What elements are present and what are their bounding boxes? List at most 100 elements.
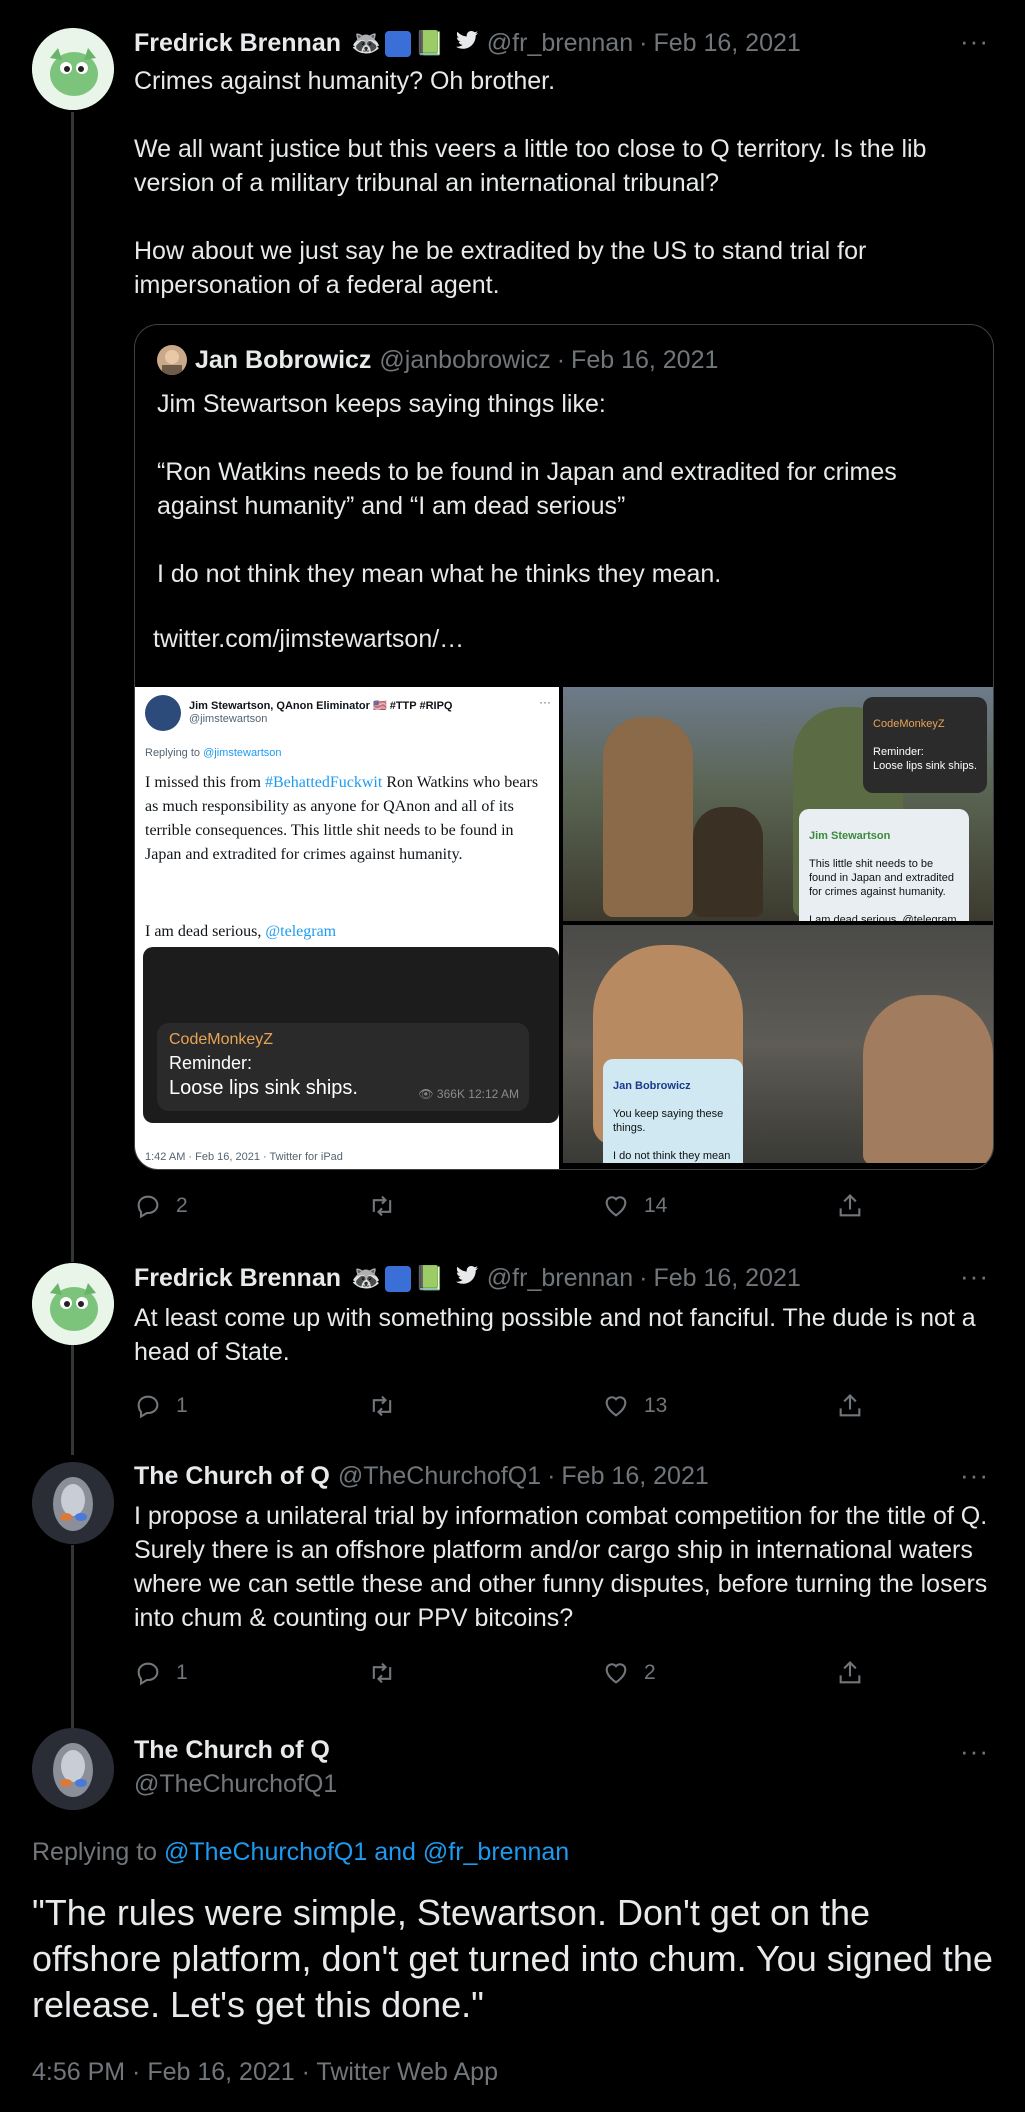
screenshot-text-2: I am dead serious, @telegram bbox=[145, 923, 337, 940]
like-button[interactable]: 14 bbox=[602, 1192, 692, 1220]
telegram-line-2: Loose lips sink ships. bbox=[169, 1077, 358, 1099]
tweet-actions: 1 13 bbox=[134, 1392, 864, 1420]
share-icon bbox=[839, 1394, 861, 1417]
main-author-name[interactable]: The Church of Q bbox=[134, 1736, 330, 1765]
tweet-actions: 2 14 bbox=[134, 1192, 864, 1220]
quoted-tweet[interactable]: Jan Bobrowicz @janbobrowicz · Feb 16, 20… bbox=[134, 324, 994, 1170]
screenshot-author-handle: @jimstewartson bbox=[189, 713, 268, 725]
green-book-emoji-icon: 📗 bbox=[414, 1265, 445, 1292]
meme-sticker-top: CodeMonkeyZ Reminder: Loose lips sink sh… bbox=[863, 697, 987, 793]
tweet-header: Fredrick Brennan 🦝 📗 @fr_brennan · Feb 1… bbox=[134, 28, 993, 59]
raccoon-emoji-icon: 🦝 bbox=[351, 1265, 381, 1292]
separator-dot: · bbox=[547, 1462, 556, 1490]
screenshot-text: I missed this from #BehattedFuckwit Ron … bbox=[145, 774, 539, 863]
avatar-jan-bobrowicz[interactable] bbox=[157, 345, 187, 375]
like-count: 13 bbox=[644, 1394, 668, 1417]
more-options-icon[interactable]: ··· bbox=[960, 1261, 989, 1292]
symbols-emoji-icon bbox=[384, 1265, 411, 1292]
reply-count: 2 bbox=[176, 1194, 188, 1217]
tweet-date[interactable]: Feb 16, 2021 bbox=[653, 29, 800, 58]
thread-line bbox=[71, 112, 74, 1262]
screenshot-replying: Replying to @jimstewartson bbox=[145, 747, 282, 759]
like-button[interactable]: 13 bbox=[602, 1392, 692, 1420]
author-name[interactable]: Fredrick Brennan bbox=[134, 29, 341, 58]
retweet-button[interactable] bbox=[368, 1392, 458, 1420]
thread-line bbox=[71, 1545, 74, 1730]
raccoon-emoji-icon: 🦝 bbox=[351, 30, 381, 57]
avatar-church-of-q[interactable] bbox=[32, 1462, 114, 1544]
quoted-author-handle: @janbobrowicz bbox=[379, 345, 551, 374]
retweet-button[interactable] bbox=[368, 1192, 458, 1220]
retweet-icon bbox=[372, 1662, 392, 1684]
more-options-icon[interactable]: ··· bbox=[960, 1460, 989, 1491]
meme-frame-bottom[interactable]: Jan Bobrowicz You keep saying these thin… bbox=[563, 925, 993, 1163]
like-count: 2 bbox=[644, 1661, 656, 1684]
share-button[interactable] bbox=[836, 1192, 864, 1220]
separator-dot: · bbox=[639, 1264, 648, 1292]
thread-line bbox=[71, 1345, 74, 1455]
meme-sticker-middle: Jim Stewartson This little shit needs to… bbox=[799, 809, 969, 921]
tweet-text: I propose a unilateral trial by informat… bbox=[134, 1502, 988, 1632]
telegram-message-image: CodeMonkeyZ Reminder: Loose lips sink sh… bbox=[143, 947, 559, 1123]
author-handle[interactable]: @fr_brennan bbox=[487, 1264, 633, 1293]
author-handle[interactable]: @fr_brennan bbox=[487, 29, 633, 58]
reply-button[interactable]: 1 bbox=[134, 1392, 224, 1420]
avatar-fredrick-brennan[interactable] bbox=[32, 1263, 114, 1345]
retweet-icon bbox=[372, 1195, 392, 1217]
share-button[interactable] bbox=[836, 1659, 864, 1687]
screenshot-footer: 1:42 AM · Feb 16, 2021 · Twitter for iPa… bbox=[145, 1151, 343, 1163]
author-handle[interactable]: @TheChurchofQ1 bbox=[338, 1462, 541, 1491]
bird-icon bbox=[455, 1263, 479, 1294]
green-book-emoji-icon: 📗 bbox=[414, 30, 445, 57]
meme-sticker-bottom: Jan Bobrowicz You keep saying these thin… bbox=[603, 1059, 743, 1163]
telegram-meta: 👁 366K 12:12 AM bbox=[418, 1087, 519, 1101]
telegram-sender: CodeMonkeyZ bbox=[169, 1031, 274, 1048]
avatar-fredrick-brennan[interactable] bbox=[32, 28, 114, 110]
symbols-emoji-icon bbox=[384, 30, 411, 57]
telegram-line-1: Reminder: bbox=[169, 1053, 253, 1073]
separator-dot: · bbox=[556, 345, 566, 374]
replying-to-links[interactable]: @TheChurchofQ1 and @fr_brennan bbox=[164, 1838, 569, 1866]
retweet-button[interactable] bbox=[368, 1659, 458, 1687]
more-options-icon[interactable]: ··· bbox=[960, 26, 989, 57]
like-count: 14 bbox=[644, 1194, 668, 1217]
main-tweet-timestamp[interactable]: 4:56 PM · Feb 16, 2021 · Twitter Web App bbox=[32, 2058, 993, 2087]
share-icon bbox=[839, 1661, 861, 1684]
embedded-tweet-screenshot[interactable]: Jim Stewartson, QAnon Eliminator 🇺🇸 #TTP… bbox=[135, 687, 559, 1169]
media-grid: Jim Stewartson, QAnon Eliminator 🇺🇸 #TTP… bbox=[135, 687, 993, 1169]
eye-icon: 👁 bbox=[418, 1087, 434, 1101]
heart-icon bbox=[605, 1196, 627, 1217]
quoted-tweet-link[interactable]: twitter.com/jimstewartson/… bbox=[153, 625, 464, 654]
author-name[interactable]: Fredrick Brennan bbox=[134, 1264, 341, 1293]
reply-count: 1 bbox=[176, 1394, 188, 1417]
like-button[interactable]: 2 bbox=[602, 1659, 692, 1687]
more-options-icon[interactable]: ··· bbox=[960, 1736, 989, 1767]
quoted-tweet-date: Feb 16, 2021 bbox=[571, 345, 719, 374]
meme-frame-top[interactable]: CodeMonkeyZ Reminder: Loose lips sink sh… bbox=[563, 687, 993, 921]
reply-button[interactable]: 1 bbox=[134, 1659, 224, 1687]
screenshot-avatar bbox=[145, 695, 181, 731]
share-icon bbox=[839, 1194, 861, 1217]
main-author-handle[interactable]: @TheChurchofQ1 bbox=[134, 1770, 337, 1799]
heart-icon bbox=[605, 1396, 627, 1417]
replying-to: Replying to @TheChurchofQ1 and @fr_brenn… bbox=[32, 1838, 570, 1866]
reply-icon bbox=[137, 1195, 159, 1219]
reply-button[interactable]: 2 bbox=[134, 1192, 224, 1220]
author-name[interactable]: The Church of Q bbox=[134, 1462, 330, 1491]
reply-count: 1 bbox=[176, 1661, 188, 1684]
avatar-church-of-q[interactable] bbox=[32, 1728, 114, 1810]
tweet-date[interactable]: Feb 16, 2021 bbox=[561, 1462, 708, 1491]
character-figure bbox=[693, 807, 763, 917]
retweet-icon bbox=[372, 1395, 392, 1417]
screenshot-author-name: Jim Stewartson, QAnon Eliminator 🇺🇸 #TTP… bbox=[189, 700, 453, 712]
tweet-date[interactable]: Feb 16, 2021 bbox=[653, 1264, 800, 1293]
share-button[interactable] bbox=[836, 1392, 864, 1420]
meme-frames: CodeMonkeyZ Reminder: Loose lips sink sh… bbox=[563, 687, 993, 1169]
tweet-text: At least come up with something possible… bbox=[134, 1304, 976, 1366]
tweet-text: Crimes against humanity? Oh brother. We … bbox=[134, 67, 927, 299]
tweet-header: Fredrick Brennan 🦝 📗 @fr_brennan · Feb 1… bbox=[134, 1263, 993, 1294]
quoted-author-name: Jan Bobrowicz bbox=[195, 345, 372, 374]
separator-dot: · bbox=[639, 29, 648, 57]
main-tweet-text: "The rules were simple, Stewartson. Don'… bbox=[32, 1892, 993, 2025]
screenshot-more-icon: ··· bbox=[539, 695, 551, 709]
